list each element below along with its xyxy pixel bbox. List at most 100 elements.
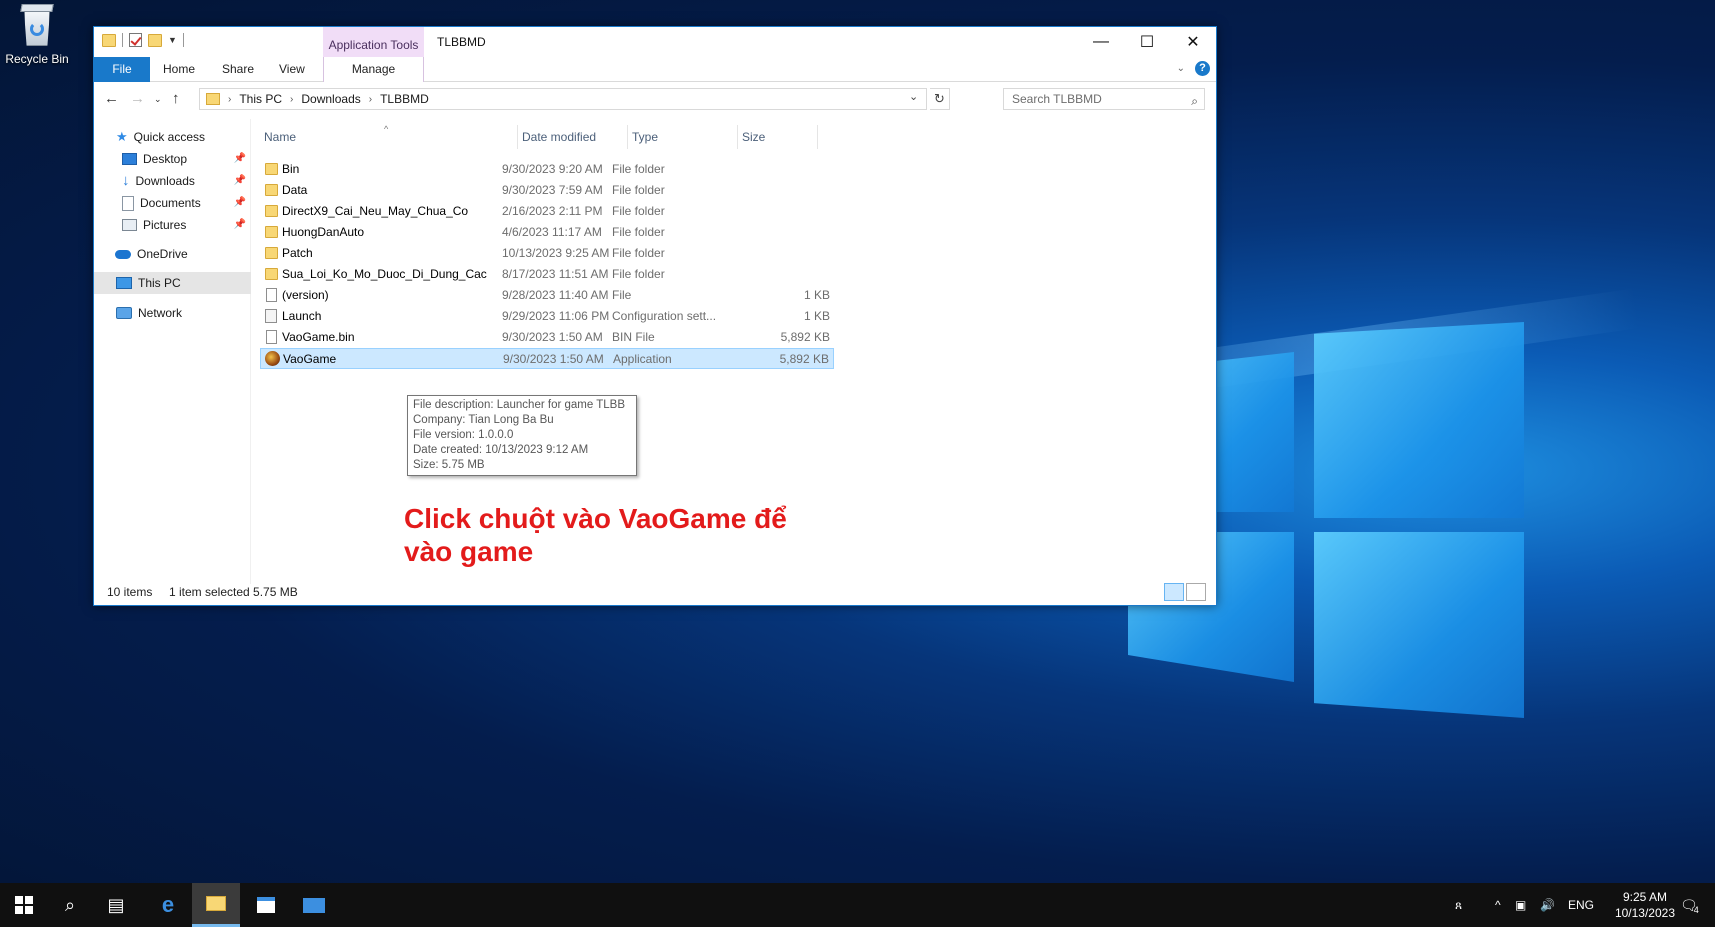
- taskbar: ⌕ ▤ e ጸ ^ ▣ 🔊 ENG 9:25 AM 10/13/2023 🗨 4: [0, 883, 1715, 927]
- customize-toolbar-dropdown-icon[interactable]: ▼: [168, 35, 177, 45]
- folder-icon: [265, 226, 278, 238]
- pictures-icon: [122, 219, 137, 231]
- pin-icon: 📌: [233, 219, 246, 230]
- nav-desktop[interactable]: Desktop 📌: [122, 148, 250, 170]
- file-row[interactable]: Bin 9/30/2023 9:20 AM File folder: [260, 159, 834, 180]
- edge-browser-icon[interactable]: e: [144, 883, 192, 927]
- computer-icon: [116, 277, 132, 289]
- file-row[interactable]: Launch 9/29/2023 11:06 PM Configuration …: [260, 306, 834, 327]
- tab-file[interactable]: File: [94, 57, 150, 82]
- selection-info: 1 item selected 5.75 MB: [169, 585, 298, 599]
- folder-icon: [265, 268, 278, 280]
- file-row-selected[interactable]: VaoGame 9/30/2023 1:50 AM Application 5,…: [260, 348, 834, 369]
- show-hidden-icons-chevron-icon[interactable]: ^: [1495, 883, 1501, 927]
- file-row[interactable]: DirectX9_Cai_Neu_May_Chua_Co 2/16/2023 2…: [260, 201, 834, 222]
- minimize-button[interactable]: —: [1078, 27, 1124, 57]
- file-row[interactable]: Data 9/30/2023 7:59 AM File folder: [260, 180, 834, 201]
- instruction-annotation: Click chuột vào VaoGame để vào game: [404, 503, 787, 567]
- column-header-name[interactable]: ^ Name: [260, 124, 518, 149]
- close-button[interactable]: ✕: [1170, 27, 1216, 57]
- file-explorer-window: ▼ Application Tools TLBBMD — ☐ ✕ File Ho…: [93, 26, 1217, 606]
- recent-locations-chevron-icon[interactable]: ⌄: [154, 94, 162, 105]
- file-row[interactable]: (version) 9/28/2023 11:40 AM File 1 KB: [260, 285, 834, 306]
- start-button[interactable]: [0, 883, 48, 927]
- windows-logo-icon: [15, 896, 33, 914]
- application-tools-tab-group: Application Tools: [323, 27, 424, 57]
- pin-icon: 📌: [233, 153, 246, 164]
- file-row[interactable]: Sua_Loi_Ko_Mo_Duoc_Di_Dung_Cac 8/17/2023…: [260, 264, 834, 285]
- nav-quick-access[interactable]: ★ Quick access: [116, 126, 205, 148]
- file-row[interactable]: HuongDanAuto 4/6/2023 11:17 AM File fold…: [260, 222, 834, 243]
- nav-documents[interactable]: Documents 📌: [122, 192, 250, 214]
- folder-icon: [102, 33, 116, 47]
- properties-icon[interactable]: [129, 33, 142, 47]
- file-explorer-icon[interactable]: [192, 883, 240, 927]
- tab-view[interactable]: View: [279, 57, 305, 82]
- people-icon[interactable]: ጸ: [1455, 883, 1462, 927]
- details-view-icon[interactable]: [1164, 583, 1184, 601]
- input-language[interactable]: ENG: [1568, 883, 1594, 927]
- tab-home[interactable]: Home: [163, 57, 195, 82]
- file-info-tooltip: File description: Launcher for game TLBB…: [407, 395, 637, 476]
- file-row[interactable]: Patch 10/13/2023 9:25 AM File folder: [260, 243, 834, 264]
- cloud-icon: [115, 249, 131, 259]
- folder-icon: [265, 205, 278, 217]
- quick-access-star-icon: ★: [116, 129, 128, 144]
- column-header-type[interactable]: Type: [628, 125, 738, 149]
- address-bar[interactable]: › This PC › Downloads › TLBBMD: [199, 88, 927, 110]
- expand-ribbon-icon[interactable]: ⌄: [1177, 63, 1185, 74]
- quick-access-toolbar: ▼: [102, 33, 184, 47]
- window-title: TLBBMD: [437, 35, 486, 49]
- title-bar[interactable]: ▼ Application Tools TLBBMD — ☐ ✕: [94, 27, 1216, 57]
- back-arrow-icon[interactable]: ←: [104, 90, 119, 107]
- breadcrumb-tlbbmd[interactable]: TLBBMD: [380, 92, 429, 106]
- breadcrumb-this-pc[interactable]: This PC: [239, 92, 282, 106]
- folder-icon: [265, 247, 278, 259]
- tab-manage[interactable]: Manage: [323, 57, 424, 82]
- pin-icon: 📌: [233, 175, 246, 186]
- network-icon: [116, 307, 132, 319]
- ribbon-tabs: File Home Share View Manage: [94, 57, 1216, 82]
- download-arrow-icon: ↓: [122, 172, 130, 189]
- config-file-icon: [265, 309, 277, 323]
- refresh-icon[interactable]: ↻: [930, 88, 950, 110]
- large-icons-view-icon[interactable]: [1186, 583, 1206, 601]
- recycle-bin-shortcut[interactable]: Recycle Bin: [2, 2, 72, 66]
- tab-share[interactable]: Share: [222, 57, 254, 82]
- folder-icon: [206, 93, 220, 105]
- clock[interactable]: 9:25 AM 10/13/2023: [1615, 889, 1675, 921]
- volume-icon[interactable]: 🔊: [1540, 883, 1555, 927]
- folder-icon: [265, 184, 278, 196]
- address-dropdown-icon[interactable]: ⌄: [909, 90, 918, 103]
- up-arrow-icon[interactable]: ↑: [172, 90, 180, 107]
- breadcrumb-downloads[interactable]: Downloads: [301, 92, 360, 106]
- file-row[interactable]: VaoGame.bin 9/30/2023 1:50 AM BIN File 5…: [260, 327, 834, 348]
- network-status-icon[interactable]: ▣: [1515, 883, 1526, 927]
- recycle-bin-icon: [19, 4, 55, 48]
- column-header-size[interactable]: Size: [738, 125, 818, 149]
- application-icon: [265, 351, 280, 366]
- column-header-date[interactable]: Date modified: [518, 125, 628, 149]
- navigation-pane: ★ Quick access Desktop 📌 ↓ Downloads 📌 D…: [94, 119, 251, 584]
- folder-icon: [265, 163, 278, 175]
- file-icon: [266, 288, 277, 302]
- sort-ascending-icon: ^: [384, 124, 389, 134]
- new-folder-icon[interactable]: [148, 33, 162, 47]
- nav-network[interactable]: Network: [116, 302, 182, 324]
- nav-downloads[interactable]: ↓ Downloads 📌: [122, 170, 250, 192]
- action-center-icon[interactable]: 🗨 4: [1680, 883, 1699, 927]
- recycle-bin-label: Recycle Bin: [5, 52, 69, 66]
- nav-pictures[interactable]: Pictures 📌: [122, 214, 250, 236]
- help-icon[interactable]: ?: [1195, 61, 1210, 76]
- mail-icon[interactable]: [290, 883, 338, 927]
- store-icon[interactable]: [242, 883, 290, 927]
- nav-onedrive[interactable]: OneDrive: [115, 243, 188, 265]
- nav-this-pc[interactable]: This PC: [94, 272, 251, 294]
- task-view-icon[interactable]: ▤: [92, 883, 140, 927]
- forward-arrow-icon[interactable]: →: [130, 90, 145, 107]
- status-bar: 10 items 1 item selected 5.75 MB: [94, 579, 1216, 605]
- search-input[interactable]: Search TLBBMD ⌕: [1003, 88, 1205, 110]
- maximize-button[interactable]: ☐: [1124, 27, 1170, 57]
- pin-icon: 📌: [233, 197, 246, 208]
- search-icon[interactable]: ⌕: [46, 883, 94, 927]
